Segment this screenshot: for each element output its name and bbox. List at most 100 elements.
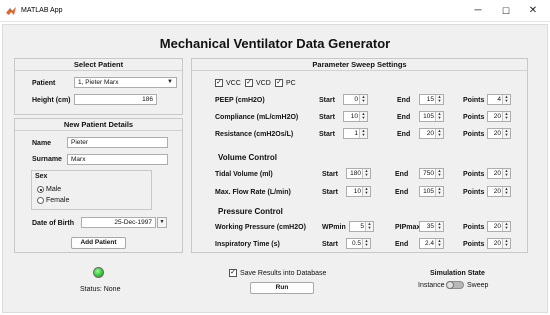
spinner-arrows-icon[interactable]: ▲ ▼ bbox=[502, 95, 510, 104]
sex-female-radio[interactable] bbox=[37, 197, 44, 204]
vcc-checkbox[interactable]: ✓ bbox=[215, 79, 223, 87]
tidal-end-spinner[interactable]: 750 ▲ ▼ bbox=[419, 168, 444, 179]
spinner-arrows-icon[interactable]: ▲ ▼ bbox=[362, 239, 370, 248]
new-patient-title: New Patient Details bbox=[15, 119, 182, 131]
spinner-value: 1 bbox=[354, 130, 358, 137]
simulation-state-title: Simulation State bbox=[430, 270, 485, 277]
spinner-arrows-icon[interactable]: ▲ ▼ bbox=[502, 112, 510, 121]
peep-points-spinner[interactable]: 4 ▲ ▼ bbox=[487, 94, 511, 105]
spinner-arrows-icon[interactable]: ▲ ▼ bbox=[502, 187, 510, 196]
spinner-arrows-icon[interactable]: ▲ ▼ bbox=[362, 187, 370, 196]
sex-female-label: Female bbox=[46, 197, 70, 204]
working-points-spinner[interactable]: 20 ▲ ▼ bbox=[487, 221, 511, 232]
patient-dropdown[interactable]: 1, Pieter Marx ▼ bbox=[74, 77, 177, 88]
minimize-icon[interactable]: ─ bbox=[469, 4, 487, 18]
spinner-value: 20 bbox=[493, 188, 501, 195]
wpmin-spinner[interactable]: 5 ▲ ▼ bbox=[349, 221, 374, 232]
spinner-arrows-icon[interactable]: ▲ ▼ bbox=[359, 95, 367, 104]
name-field[interactable]: Pieter bbox=[67, 137, 168, 148]
app-title: Mechanical Ventilator Data Generator bbox=[159, 36, 391, 51]
flow-end-spinner[interactable]: 105 ▲ ▼ bbox=[419, 186, 444, 197]
spinner-value: 105 bbox=[423, 188, 434, 195]
spinner-arrows-icon[interactable]: ▲ ▼ bbox=[435, 187, 443, 196]
pipmax-label: PIPmax bbox=[395, 224, 421, 231]
spinner-arrows-icon[interactable]: ▲ ▼ bbox=[362, 169, 370, 178]
window-title: MATLAB App bbox=[21, 7, 63, 14]
spinner-value: 0 bbox=[354, 96, 358, 103]
peep-label: PEEP (cmH2O) bbox=[215, 97, 265, 104]
spinner-value: 750 bbox=[423, 170, 434, 177]
name-label: Name bbox=[32, 140, 52, 147]
spinner-arrows-icon[interactable]: ▲ ▼ bbox=[435, 169, 443, 178]
spinner-value: 20 bbox=[493, 130, 501, 137]
flow-start-spinner[interactable]: 10 ▲ ▼ bbox=[346, 186, 371, 197]
spinner-value: 2.4 bbox=[424, 240, 434, 247]
sex-group: Sex Male Female bbox=[31, 170, 152, 210]
spinner-value: 20 bbox=[493, 170, 501, 177]
spinner-arrows-icon[interactable]: ▲ ▼ bbox=[435, 129, 443, 138]
resistance-start-spinner[interactable]: 1 ▲ ▼ bbox=[343, 128, 368, 139]
patient-dropdown-value: 1, Pieter Marx bbox=[78, 79, 119, 86]
maximize-icon[interactable]: ☐ bbox=[497, 4, 515, 18]
select-patient-title: Select Patient bbox=[15, 59, 182, 71]
spinner-value: 5 bbox=[360, 223, 364, 230]
peep-points-label: Points bbox=[463, 97, 485, 104]
new-patient-panel: New Patient Details Name Pieter Surname … bbox=[14, 118, 183, 253]
compliance-start-spinner[interactable]: 10 ▲ ▼ bbox=[343, 111, 368, 122]
dob-field[interactable]: 25-Dec-1997 bbox=[81, 217, 156, 228]
select-patient-panel: Select Patient Patient 1, Pieter Marx ▼ … bbox=[14, 58, 183, 115]
spinner-arrows-icon[interactable]: ▲ ▼ bbox=[502, 222, 510, 231]
resistance-end-label: End bbox=[397, 131, 411, 138]
spinner-arrows-icon[interactable]: ▲ ▼ bbox=[502, 169, 510, 178]
insp-end-spinner[interactable]: 2.4 ▲ ▼ bbox=[419, 238, 444, 249]
pc-checkbox[interactable]: ✓ bbox=[275, 79, 283, 87]
compliance-end-label: End bbox=[397, 114, 411, 121]
spinner-arrows-icon[interactable]: ▲ ▼ bbox=[435, 222, 443, 231]
close-icon[interactable]: ✕ bbox=[524, 4, 542, 18]
height-label: Height (cm) bbox=[32, 97, 71, 104]
insp-points-spinner[interactable]: 20 ▲ ▼ bbox=[487, 238, 511, 249]
sex-male-label: Male bbox=[46, 186, 62, 193]
tidal-start-spinner[interactable]: 180 ▲ ▼ bbox=[346, 168, 371, 179]
status-text: Status: None bbox=[80, 286, 121, 293]
flow-points-spinner[interactable]: 20 ▲ ▼ bbox=[487, 186, 511, 197]
switch-knob[interactable] bbox=[446, 281, 454, 289]
resistance-points-spinner[interactable]: 20 ▲ ▼ bbox=[487, 128, 511, 139]
spinner-arrows-icon[interactable]: ▲ ▼ bbox=[359, 112, 367, 121]
pipmax-spinner[interactable]: 35 ▲ ▼ bbox=[419, 221, 444, 232]
spinner-arrows-icon[interactable]: ▲ ▼ bbox=[435, 112, 443, 121]
tidal-points-label: Points bbox=[463, 171, 485, 178]
insp-start-spinner[interactable]: 0.5 ▲ ▼ bbox=[346, 238, 371, 249]
spinner-arrows-icon[interactable]: ▲ ▼ bbox=[365, 222, 373, 231]
patient-label: Patient bbox=[32, 80, 56, 87]
spinner-value: 35 bbox=[426, 223, 434, 230]
spinner-arrows-icon[interactable]: ▲ ▼ bbox=[435, 239, 443, 248]
add-patient-button[interactable]: Add Patient bbox=[71, 237, 126, 249]
switch-right-label: Sweep bbox=[467, 282, 489, 289]
run-button[interactable]: Run bbox=[250, 282, 314, 294]
chevron-down-icon: ▼ bbox=[167, 79, 173, 85]
tidal-end-label: End bbox=[395, 171, 409, 178]
resistance-end-spinner[interactable]: 20 ▲ ▼ bbox=[419, 128, 444, 139]
spinner-arrows-icon[interactable]: ▲ ▼ bbox=[359, 129, 367, 138]
peep-start-spinner[interactable]: 0 ▲ ▼ bbox=[343, 94, 368, 105]
save-results-checkbox[interactable]: ✓ bbox=[229, 269, 237, 277]
surname-field[interactable]: Marx bbox=[67, 154, 168, 165]
insp-points-label: Points bbox=[463, 241, 485, 248]
peep-end-spinner[interactable]: 15 ▲ ▼ bbox=[419, 94, 444, 105]
compliance-end-spinner[interactable]: 105 ▲ ▼ bbox=[419, 111, 444, 122]
height-field[interactable]: 186 bbox=[74, 94, 157, 105]
sex-male-radio[interactable] bbox=[37, 186, 44, 193]
vcc-label: VCC bbox=[226, 80, 241, 87]
pressure-control-heading: Pressure Control bbox=[218, 207, 283, 216]
spinner-arrows-icon[interactable]: ▲ ▼ bbox=[435, 95, 443, 104]
spinner-arrows-icon[interactable]: ▲ ▼ bbox=[502, 129, 510, 138]
compliance-start-label: Start bbox=[319, 114, 335, 121]
compliance-points-spinner[interactable]: 20 ▲ ▼ bbox=[487, 111, 511, 122]
tidal-points-spinner[interactable]: 20 ▲ ▼ bbox=[487, 168, 511, 179]
vcd-checkbox[interactable]: ✓ bbox=[245, 79, 253, 87]
peep-end-label: End bbox=[397, 97, 411, 104]
tidal-start-label: Start bbox=[322, 171, 338, 178]
calendar-dropdown-icon[interactable]: ▼ bbox=[157, 217, 167, 228]
spinner-arrows-icon[interactable]: ▲ ▼ bbox=[502, 239, 510, 248]
